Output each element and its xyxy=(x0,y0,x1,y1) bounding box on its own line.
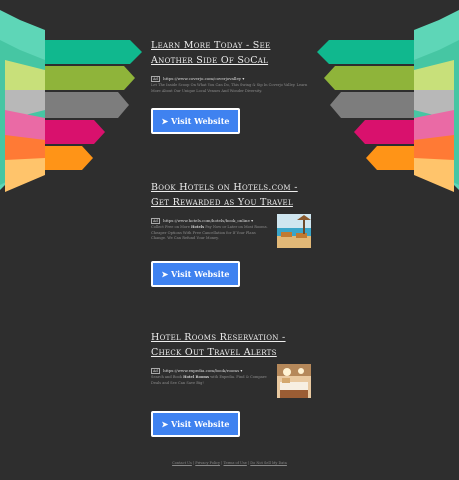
visit-website-button[interactable]: ➤ Visit Website xyxy=(151,261,240,287)
arrow-right-icon: ➤ xyxy=(161,419,169,429)
search-result-3: Hotel Rooms Reservation - Check Out Trav… xyxy=(151,330,311,437)
search-result-1: Learn More Today - See Another Side Of S… xyxy=(151,38,311,134)
search-result-2: Book Hotels on Hotels.com - Get Rewarded… xyxy=(151,180,311,287)
visit-website-button[interactable]: ➤ Visit Website xyxy=(151,411,240,437)
arrow-right-icon: ➤ xyxy=(161,116,169,126)
chevron-down-icon[interactable]: ▾ xyxy=(251,218,253,223)
result-url-line: Ad https://www.hotels.com/hotels/book_on… xyxy=(151,218,271,224)
result-url[interactable]: https://www.hotels.com/hotels/book_onlin… xyxy=(163,218,250,223)
result-url[interactable]: https://www.expedia.com/book/rooms xyxy=(163,368,239,373)
right-ribbon-decoration xyxy=(309,0,459,200)
result-description: Collect Free on More Hotels Pay Now or L… xyxy=(151,225,268,240)
hotel-pool-thumbnail[interactable] xyxy=(277,214,311,248)
footer-link-terms[interactable]: Terms of Use xyxy=(223,461,246,465)
chevron-down-icon[interactable]: ▾ xyxy=(242,76,244,81)
result-description: Let The Inside Scoop On What You Can Do,… xyxy=(151,83,308,93)
result-description: Search and Book Hotel Rooms with Expedia… xyxy=(151,375,267,385)
hotel-room-thumbnail[interactable] xyxy=(277,364,311,398)
footer-link-do-not-sell[interactable]: Do Not Sell My Data xyxy=(250,461,287,465)
result-url[interactable]: https://www.coverjo.com/coverjovalley xyxy=(163,76,241,81)
arrow-right-icon: ➤ xyxy=(161,269,169,279)
footer-links: Contact Us | Privacy Policy | Terms of U… xyxy=(172,461,287,465)
visit-website-button[interactable]: ➤ Visit Website xyxy=(151,108,240,134)
ad-badge: Ad xyxy=(151,76,160,82)
result-headline-link[interactable]: Hotel Rooms Reservation - Check Out Trav… xyxy=(151,330,311,360)
chevron-down-icon[interactable]: ▾ xyxy=(240,368,242,373)
result-url-line: Ad https://www.expedia.com/book/rooms ▾ xyxy=(151,368,271,374)
footer-link-privacy[interactable]: Privacy Policy xyxy=(195,461,220,465)
left-ribbon-decoration xyxy=(0,0,150,200)
result-headline-link[interactable]: Book Hotels on Hotels.com - Get Rewarded… xyxy=(151,180,311,210)
ad-badge: Ad xyxy=(151,218,160,224)
result-url-line: Ad https://www.coverjo.com/coverjovalley… xyxy=(151,76,311,82)
result-headline-link[interactable]: Learn More Today - See Another Side Of S… xyxy=(151,38,311,68)
ad-badge: Ad xyxy=(151,368,160,374)
footer-link-contact[interactable]: Contact Us xyxy=(172,461,192,465)
